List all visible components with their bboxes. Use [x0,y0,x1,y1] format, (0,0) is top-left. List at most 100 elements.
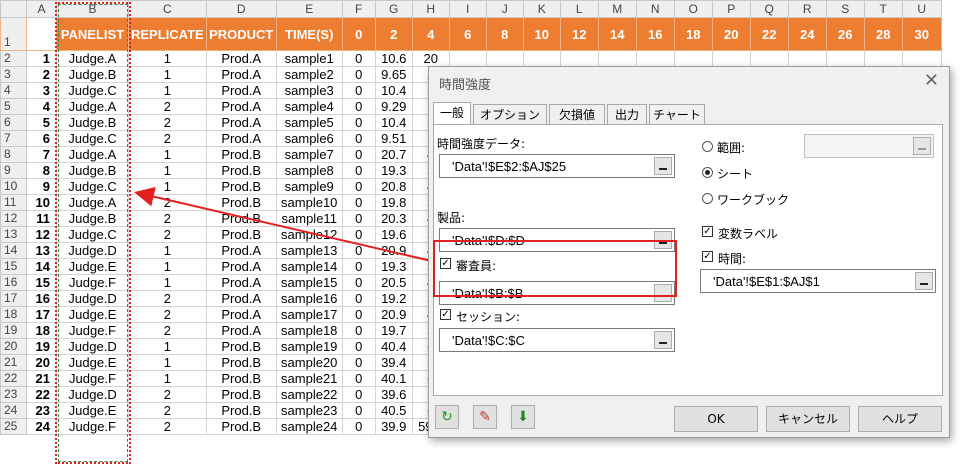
index-cell[interactable]: 9 [26,178,57,195]
product-cell[interactable]: Prod.B [205,146,277,163]
column-letter[interactable]: C [128,0,207,18]
header-cell[interactable]: 24 [787,17,827,51]
time-cell[interactable]: sample24 [275,418,343,435]
reset-icon[interactable]: ↻ [435,405,459,429]
time-cell[interactable]: sample20 [275,354,343,371]
value-cell[interactable]: 10.6 [374,50,413,67]
value-cell[interactable]: 19.6 [374,226,413,243]
column-letter[interactable]: R [787,0,827,18]
collapse-range-icon[interactable] [913,137,931,155]
replicate-cell[interactable]: 2 [128,226,207,243]
replicate-cell[interactable]: 1 [128,370,207,387]
time-checkbox[interactable]: ✓ [702,251,713,262]
product-cell[interactable]: Prod.A [205,306,277,323]
replicate-cell[interactable]: 2 [128,402,207,419]
value-cell[interactable] [635,50,675,67]
value-cell[interactable]: 20.3 [374,210,413,227]
value-cell[interactable]: 10.4 [374,114,413,131]
replicate-cell[interactable]: 1 [128,338,207,355]
header-cell[interactable]: 14 [597,17,637,51]
tab-options[interactable]: オプション [473,104,547,124]
column-letter[interactable]: T [863,0,903,18]
header-cell[interactable]: 22 [749,17,789,51]
replicate-cell[interactable]: 2 [128,290,207,307]
replicate-cell[interactable]: 2 [128,114,207,131]
value-cell[interactable]: 9.51 [374,130,413,147]
column-letter[interactable]: I [448,0,487,18]
value-cell[interactable]: 19.3 [374,258,413,275]
header-cell[interactable]: 12 [559,17,599,51]
value-cell[interactable]: 20.9 [374,306,413,323]
header-cell[interactable]: 0 [341,17,376,51]
down-arrow-icon[interactable]: ⬇ [511,405,535,429]
row-number[interactable]: 1 [0,17,27,51]
value-cell[interactable]: 9.65 [374,66,413,83]
header-cell[interactable]: 2 [374,17,413,51]
product-cell[interactable]: Prod.B [205,226,277,243]
product-cell[interactable]: Prod.B [205,370,277,387]
product-cell[interactable]: Prod.A [205,66,277,83]
value-cell[interactable]: 20.9 [374,242,413,259]
value-cell[interactable] [787,50,827,67]
row-number[interactable]: 15 [0,258,27,275]
row-number[interactable]: 21 [0,354,27,371]
time-cell[interactable]: sample3 [275,82,343,99]
value-cell[interactable] [522,50,561,67]
product-cell[interactable]: Prod.A [205,258,277,275]
time-cell[interactable]: sample11 [275,210,343,227]
sheet-radio[interactable] [702,167,713,178]
row-number[interactable]: 4 [0,82,27,99]
value-cell[interactable]: 0 [341,402,376,419]
replicate-cell[interactable]: 1 [128,354,207,371]
index-cell[interactable]: 2 [26,66,57,83]
replicate-cell[interactable]: 1 [128,82,207,99]
value-cell[interactable]: 0 [341,146,376,163]
product-cell[interactable]: Prod.A [205,50,277,67]
replicate-cell[interactable]: 1 [128,178,207,195]
value-cell[interactable]: 0 [341,370,376,387]
column-letter[interactable]: K [522,0,561,18]
time-cell[interactable]: sample23 [275,402,343,419]
product-cell[interactable]: Prod.A [205,82,277,99]
value-cell[interactable]: 0 [341,354,376,371]
column-letter[interactable]: H [411,0,450,18]
row-number[interactable]: 8 [0,146,27,163]
row-number[interactable]: 13 [0,226,27,243]
value-cell[interactable]: 20 [411,50,450,67]
row-number[interactable]: 16 [0,274,27,291]
column-letter[interactable]: S [825,0,865,18]
time-cell[interactable]: sample7 [275,146,343,163]
time-cell[interactable]: sample22 [275,386,343,403]
replicate-cell[interactable]: 2 [128,98,207,115]
row-number[interactable]: 22 [0,370,27,387]
value-cell[interactable]: 0 [341,130,376,147]
column-letter[interactable]: Q [749,0,789,18]
row-number[interactable]: 6 [0,114,27,131]
time-cell[interactable]: sample13 [275,242,343,259]
index-cell[interactable]: 12 [26,226,57,243]
tab-chart[interactable]: チャート [649,104,705,124]
product-cell[interactable]: Prod.A [205,114,277,131]
column-letter[interactable]: U [901,0,942,18]
index-cell[interactable]: 3 [26,82,57,99]
header-cell[interactable]: 6 [448,17,487,51]
value-cell[interactable] [711,50,751,67]
header-cell[interactable]: 10 [522,17,561,51]
value-cell[interactable]: 0 [341,194,376,211]
time-cell[interactable]: sample6 [275,130,343,147]
index-cell[interactable]: 16 [26,290,57,307]
column-letter[interactable] [0,0,27,18]
row-number[interactable]: 12 [0,210,27,227]
collapse-range-icon[interactable] [915,272,933,290]
column-letter[interactable]: N [635,0,675,18]
product-cell[interactable]: Prod.B [205,194,277,211]
value-cell[interactable]: 20.5 [374,274,413,291]
row-number[interactable]: 3 [0,66,27,83]
value-cell[interactable] [597,50,637,67]
time-cell[interactable]: sample17 [275,306,343,323]
collapse-range-icon[interactable] [654,331,672,349]
index-cell[interactable]: 17 [26,306,57,323]
column-letter[interactable]: M [597,0,637,18]
index-cell[interactable]: 24 [26,418,57,435]
time-cell[interactable]: sample18 [275,322,343,339]
